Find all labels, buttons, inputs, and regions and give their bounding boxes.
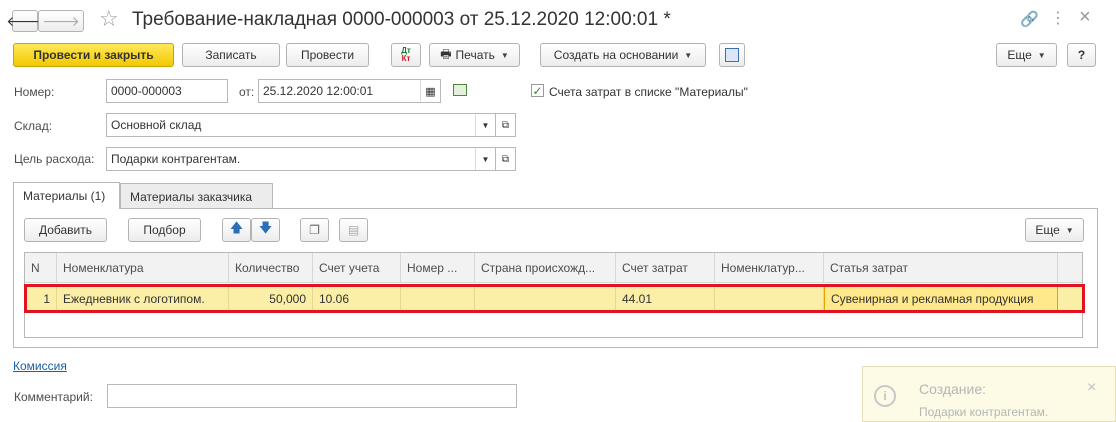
favorite-star-icon[interactable]: ☆ [99,6,119,32]
create-based-on-button[interactable]: Создать на основании ▼ [540,43,706,67]
print-button[interactable]: 🖶 Печать ▼ [429,43,520,67]
cell-account[interactable]: 10.06 [313,286,401,311]
paste-icon: ▤ [347,223,360,237]
col-quantity[interactable]: Количество [229,253,313,283]
col-n[interactable]: N [25,253,57,283]
notification-title: Создание: [919,381,987,397]
cell-country[interactable] [475,286,616,311]
check-icon: ✓ [532,83,543,98]
cell-nomenclature[interactable]: Ежедневник с логотипом. [57,286,229,311]
notification-text: Подарки контрагентам. [919,405,1049,419]
copy-button[interactable]: ❐ [300,218,329,242]
close-icon[interactable]: × [1079,6,1091,29]
chevron-down-icon: ▼ [1037,50,1046,60]
comment-label: Комментарий: [14,390,93,404]
number-label: Номер: [14,85,55,99]
cell-quantity[interactable]: 50,000 [229,286,313,311]
cell-cost-account[interactable]: 44.01 [616,286,715,311]
table-header: N Номенклатура Количество Счет учета Ном… [25,253,1082,283]
date-field[interactable]: 25.12.2020 12:00:01 ▦ [258,79,441,103]
col-country[interactable]: Страна происхожд... [475,253,616,283]
arrow-right-icon: 🡒 [42,12,80,29]
cost-accounts-checkbox[interactable]: ✓ [531,84,544,97]
col-cost-item[interactable]: Статья затрат [824,253,1058,283]
select-button[interactable]: Подбор [128,218,201,242]
col-account[interactable]: Счет учета [313,253,401,283]
purpose-label: Цель расхода: [14,152,95,166]
notification-close-icon[interactable]: × [1087,379,1096,397]
cell-number[interactable] [401,286,475,311]
chevron-down-icon: ▼ [684,50,693,60]
paste-button[interactable]: ▤ [339,218,368,242]
open-purpose-button[interactable]: ⧉ [496,147,516,171]
col-nomenclature[interactable]: Номенклатура [57,253,229,283]
number-field[interactable]: 0000-000003 [106,79,228,103]
open-icon: ⧉ [501,153,510,165]
chevron-down-icon: ▼ [1065,225,1074,235]
col-nomenclature-group[interactable]: Номенклатур... [715,253,824,283]
move-up-button[interactable]: 🡅 [222,218,251,242]
cell-spacer [1058,286,1082,311]
date-label: от: [239,85,255,99]
open-icon: ⧉ [501,119,510,131]
commission-link[interactable]: Комиссия [13,359,67,373]
printer-icon: 🖶 [440,46,452,61]
structure-icon [725,48,739,62]
menu-icon[interactable]: ⋮ [1050,8,1066,28]
history-icon[interactable] [453,84,467,96]
open-warehouse-button[interactable]: ⧉ [496,113,516,137]
warehouse-label: Склад: [14,119,53,133]
window-title: Требование-накладная 0000-000003 от 25.1… [132,9,671,30]
move-down-button[interactable]: 🡇 [251,218,280,242]
back-button[interactable]: 🡐 [6,10,44,32]
cost-accounts-label: Счета затрат в списке "Материалы" [549,85,748,99]
calendar-icon[interactable]: ▦ [420,80,440,102]
purpose-field[interactable]: Подарки контрагентам. ▼ [106,147,496,171]
forward-button[interactable]: 🡒 [38,10,84,32]
notification-popup: i Создание: Подарки контрагентам. × [862,366,1116,422]
cell-nomenclature-group[interactable] [715,286,824,311]
post-and-close-button[interactable]: Провести и закрыть [13,43,174,67]
chevron-down-icon: ▼ [500,50,509,60]
col-cost-account[interactable]: Счет затрат [616,253,715,283]
structure-button[interactable] [719,43,745,67]
tab-customer-materials[interactable]: Материалы заказчика [120,183,273,209]
chevron-down-icon[interactable]: ▼ [475,114,495,136]
arrow-up-icon: 🡅 [229,220,244,235]
table-row[interactable]: 1 Ежедневник с логотипом. 50,000 10.06 4… [25,286,1082,311]
copy-icon: ❐ [309,223,320,237]
save-button[interactable]: Записать [182,43,280,67]
dt-kt-icon: Дт Кт [401,46,411,63]
warehouse-field[interactable]: Основной склад ▼ [106,113,496,137]
table-more-button[interactable]: Еще ▼ [1025,218,1084,242]
chevron-down-icon[interactable]: ▼ [475,148,495,170]
arrow-down-icon: 🡇 [258,220,273,235]
link-icon[interactable]: 🔗 [1020,10,1039,28]
info-icon: i [874,385,896,407]
more-button[interactable]: Еще ▼ [996,43,1057,67]
comment-field[interactable] [107,384,517,408]
col-spacer [1058,253,1082,283]
add-button[interactable]: Добавить [24,218,107,242]
help-button[interactable]: ? [1067,43,1096,67]
post-button[interactable]: Провести [286,43,369,67]
cell-n: 1 [25,286,57,311]
tab-materials[interactable]: Материалы (1) [13,182,120,209]
col-number[interactable]: Номер ... [401,253,475,283]
cell-cost-item[interactable]: Сувенирная и рекламная продукция [824,286,1058,311]
dt-kt-button[interactable]: Дт Кт [391,43,421,67]
